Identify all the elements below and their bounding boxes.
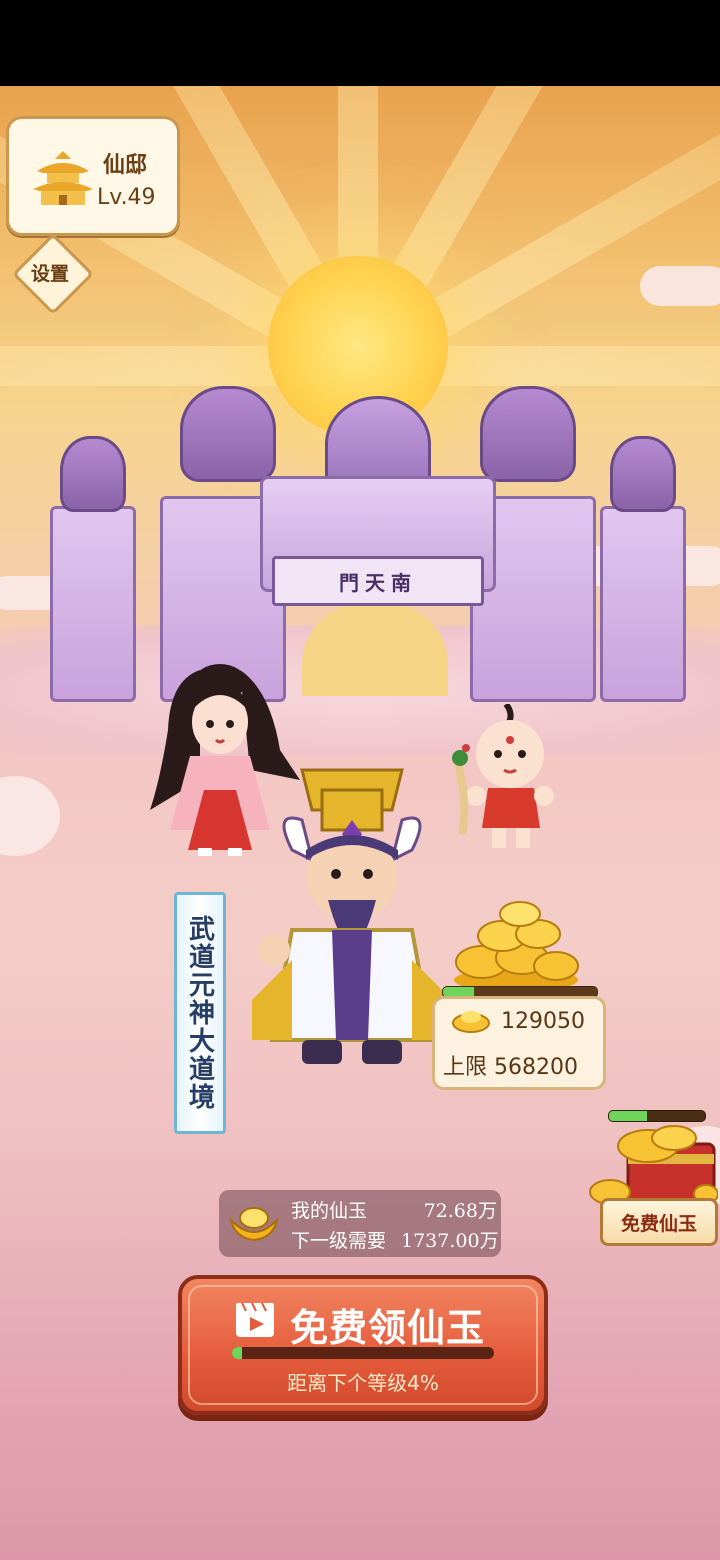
treasury-amount: 129050: [501, 1009, 585, 1034]
realm-banner: 武道元神大道境: [174, 892, 226, 1134]
video-icon: [236, 1302, 274, 1337]
treasury-panel[interactable]: 129050 上限 568200: [432, 996, 606, 1090]
jade-info-panel: 我的仙玉 72.68万 下一级需要 1737.00万: [219, 1190, 501, 1257]
gold-ingot-icon: [452, 1011, 490, 1033]
ginseng-boy-character[interactable]: [448, 704, 564, 854]
mansion-level-card[interactable]: 仙邸 Lv.49: [6, 116, 180, 236]
gold-ingot-pile[interactable]: [452, 900, 580, 992]
gate-pillar: [50, 506, 136, 702]
treasure-chest-icon[interactable]: [588, 1124, 718, 1208]
free-jade-button[interactable]: 免费仙玉: [600, 1198, 718, 1246]
next-level-row: 下一级需要 1737.00万: [291, 1226, 499, 1253]
next-level-label: 下一级需要: [291, 1230, 387, 1252]
guardian-beast: [60, 436, 126, 512]
claim-free-jade-button[interactable]: 免费领仙玉 距离下个等级4%: [178, 1275, 548, 1415]
next-level-value: 1737.00万: [401, 1230, 499, 1252]
my-jade-value: 72.68万: [423, 1200, 497, 1222]
free-jade-progress-fill: [609, 1111, 648, 1121]
level-progress-text: 距离下个等级4%: [287, 1371, 439, 1395]
my-jade-label: 我的仙玉: [291, 1200, 368, 1222]
claim-label: 免费领仙玉: [290, 1306, 486, 1350]
guardian-beast: [480, 386, 576, 482]
gate-pillar: [600, 506, 686, 702]
south-heaven-gate: 門天南: [40, 356, 690, 702]
my-jade-row: 我的仙玉 72.68万: [291, 1196, 497, 1223]
settings-label: 设置: [30, 263, 69, 285]
gold-ingot-icon: [229, 1207, 279, 1242]
cloud: [0, 776, 60, 856]
settings-button[interactable]: 设置: [11, 232, 95, 316]
gate-plaque: 門天南: [272, 556, 484, 606]
temple-icon: [33, 151, 93, 205]
treasury-cap: 上限 568200: [443, 1055, 578, 1080]
realm-text: 武道元神大道境: [184, 915, 215, 1111]
gate-arch: [302, 604, 448, 696]
level-progress-bar: [232, 1347, 494, 1359]
mansion-title: 仙邸: [103, 153, 148, 178]
guardian-beast: [180, 386, 276, 482]
mansion-level: Lv.49: [97, 185, 156, 210]
guardian-beast: [610, 436, 676, 512]
immortal-lord-character[interactable]: [252, 750, 452, 1080]
free-jade-progress-bar: [608, 1110, 706, 1122]
status-bar: [0, 0, 720, 86]
level-progress-fill: [232, 1347, 243, 1359]
cloud: [640, 266, 720, 306]
